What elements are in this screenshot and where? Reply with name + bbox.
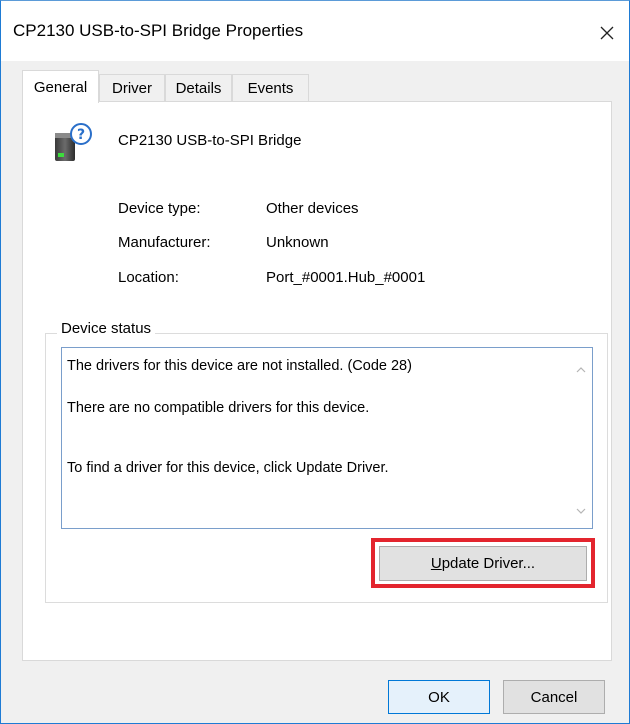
device-status-textbox[interactable]: The drivers for this device are not inst… bbox=[61, 347, 593, 529]
location-value: Port_#0001.Hub_#0001 bbox=[266, 269, 426, 286]
location-label: Location: bbox=[118, 269, 179, 286]
scroll-up-arrow[interactable] bbox=[576, 365, 586, 375]
status-line: There are no compatible drivers for this… bbox=[67, 400, 370, 416]
tab-general[interactable]: General bbox=[22, 70, 99, 103]
manufacturer-value: Unknown bbox=[266, 234, 329, 251]
tab-driver[interactable]: Driver bbox=[99, 74, 165, 102]
unknown-device-icon: ? bbox=[51, 121, 95, 165]
tab-strip: General Driver Details Events bbox=[22, 70, 612, 103]
ok-label: OK bbox=[428, 688, 450, 706]
manufacturer-label: Manufacturer: bbox=[118, 234, 211, 251]
update-driver-label: Update Driver... bbox=[430, 555, 536, 572]
chevron-down-icon bbox=[576, 508, 586, 514]
close-button[interactable] bbox=[585, 15, 629, 51]
chevron-up-icon bbox=[576, 367, 586, 373]
scroll-down-arrow[interactable] bbox=[576, 506, 586, 516]
update-driver-button[interactable]: Update Driver... bbox=[379, 546, 587, 581]
tab-details[interactable]: Details bbox=[165, 74, 232, 102]
status-line: The drivers for this device are not inst… bbox=[67, 358, 412, 374]
cancel-button[interactable]: Cancel bbox=[503, 680, 605, 714]
close-icon bbox=[600, 26, 614, 40]
properties-dialog: CP2130 USB-to-SPI Bridge Properties Gene… bbox=[0, 0, 630, 724]
status-line: To find a driver for this device, click … bbox=[67, 460, 389, 476]
device-status-title: Device status bbox=[57, 320, 156, 337]
device-name: CP2130 USB-to-SPI Bridge bbox=[118, 132, 302, 149]
device-type-value: Other devices bbox=[266, 200, 359, 217]
tab-events[interactable]: Events bbox=[232, 74, 309, 102]
svg-text:?: ? bbox=[77, 127, 85, 143]
device-type-label: Device type: bbox=[118, 200, 201, 217]
cancel-label: Cancel bbox=[530, 688, 578, 706]
window-title: CP2130 USB-to-SPI Bridge Properties bbox=[13, 21, 304, 40]
ok-button[interactable]: OK bbox=[388, 680, 490, 714]
title-bar: CP2130 USB-to-SPI Bridge Properties bbox=[1, 1, 629, 61]
